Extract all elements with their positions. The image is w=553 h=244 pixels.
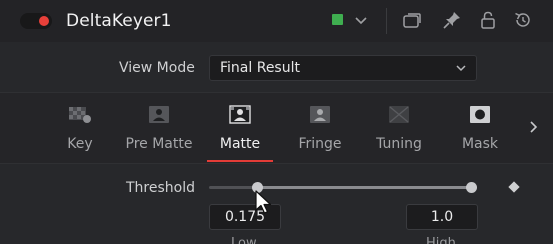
- tab-mask[interactable]: Mask: [450, 93, 510, 163]
- tuning-icon: [389, 106, 409, 123]
- fringe-icon: [310, 106, 330, 123]
- view-mode-label: View Mode: [119, 60, 195, 76]
- mouse-cursor-icon: [255, 190, 272, 214]
- node-title: DeltaKeyer1: [66, 11, 172, 31]
- tab-tuning-label: Tuning: [376, 136, 422, 152]
- color-swatch[interactable]: [332, 14, 343, 25]
- pre-matte-icon: [149, 106, 169, 123]
- chevron-down-icon: [456, 65, 466, 72]
- threshold-high-handle[interactable]: [466, 182, 477, 193]
- threshold-slider-range: [258, 186, 472, 189]
- key-icon: [69, 107, 91, 123]
- pin-icon[interactable]: [441, 9, 463, 31]
- node-enable-toggle[interactable]: [20, 13, 52, 29]
- inspector-panel: DeltaKeyer1 View Mode Final Result Key P…: [0, 0, 553, 244]
- tab-pre-matte[interactable]: Pre Matte: [118, 93, 200, 163]
- threshold-high-field[interactable]: 1.0: [406, 204, 478, 230]
- chevron-right-icon[interactable]: [527, 119, 541, 135]
- keyframe-icon[interactable]: [508, 181, 520, 193]
- tab-bar: Key Pre Matte Matte Fringe Tuning Mask: [0, 92, 553, 164]
- view-mode-dropdown[interactable]: Final Result: [209, 55, 477, 81]
- tab-fringe-label: Fringe: [298, 136, 342, 152]
- active-tab-indicator: [207, 160, 273, 162]
- mask-icon: [470, 106, 490, 123]
- enable-indicator-icon: [39, 16, 49, 26]
- chevron-down-icon[interactable]: [350, 9, 372, 31]
- lock-icon[interactable]: [477, 9, 499, 31]
- version-icon[interactable]: [401, 9, 423, 31]
- tab-matte[interactable]: Matte: [203, 93, 277, 163]
- tab-key-label: Key: [67, 136, 93, 152]
- threshold-low-label: Low: [231, 236, 257, 244]
- tab-tuning[interactable]: Tuning: [365, 93, 433, 163]
- tab-matte-label: Matte: [219, 136, 261, 152]
- view-mode-value: Final Result: [220, 60, 300, 76]
- header-separator: [386, 8, 387, 34]
- threshold-high-label: High: [426, 236, 456, 244]
- node-header: DeltaKeyer1: [0, 0, 553, 42]
- matte-icon: [229, 105, 251, 124]
- reset-icon[interactable]: [512, 9, 534, 31]
- tab-fringe[interactable]: Fringe: [288, 93, 352, 163]
- tab-mask-label: Mask: [461, 136, 499, 152]
- tab-key[interactable]: Key: [52, 93, 108, 163]
- tab-pre-matte-label: Pre Matte: [125, 136, 193, 152]
- threshold-label: Threshold: [126, 180, 195, 196]
